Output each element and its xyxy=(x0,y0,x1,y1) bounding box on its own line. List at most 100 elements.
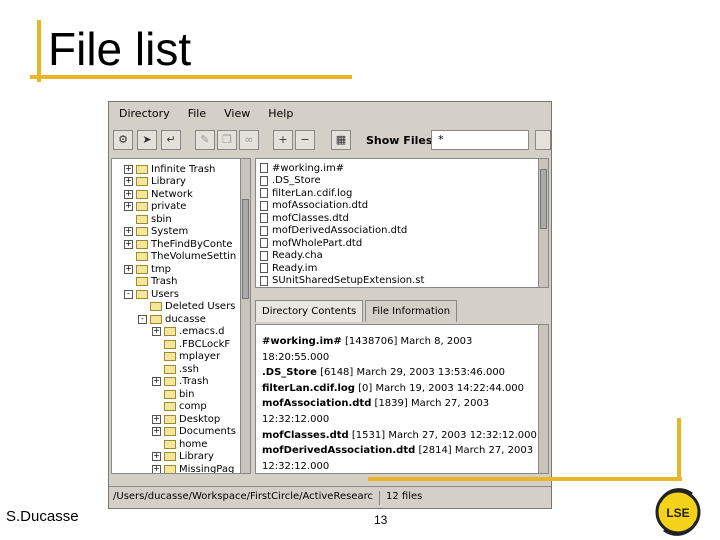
content-entry-info: [6148] March 29, 2003 13:53:46.000 xyxy=(320,367,506,379)
menu-directory[interactable]: Directory xyxy=(119,107,170,120)
content-entry-info: 12:32:12.000 xyxy=(262,460,330,472)
new-folder-icon[interactable]: ⚙ xyxy=(113,130,133,150)
filter-menu-button[interactable] xyxy=(535,130,551,150)
tree-item[interactable]: + Library xyxy=(124,176,186,188)
lse-logo: LSE xyxy=(655,488,701,536)
file-list-item[interactable]: Ready.im xyxy=(260,262,317,274)
compare-icon[interactable]: ∞ xyxy=(239,130,259,150)
file-list-item[interactable]: mofClasses.dtd xyxy=(260,212,349,224)
directory-tree[interactable]: + Infinite Trash + Library + Network + private s… xyxy=(111,158,251,474)
tree-item-label: home xyxy=(179,438,208,450)
tab-directory-contents[interactable]: Directory Contents xyxy=(255,300,364,322)
menu-file[interactable]: File xyxy=(188,107,206,120)
expand-toggle-icon[interactable]: + xyxy=(152,427,161,436)
tree-item-label: .FBCLockF xyxy=(179,338,231,350)
folder-icon xyxy=(164,464,176,473)
tree-scrollbar[interactable] xyxy=(240,159,250,473)
tab-file-information[interactable]: File Information xyxy=(365,300,458,322)
content-entry-info: 18:20:55.000 xyxy=(262,351,330,363)
expand-toggle-icon[interactable]: + xyxy=(124,239,133,249)
tree-item[interactable]: TheVolumeSettin xyxy=(124,251,236,263)
contents-scrollbar[interactable] xyxy=(538,325,548,473)
file-list-item[interactable]: mofWholePart.dtd xyxy=(260,237,362,249)
tree-scrollbar-thumb[interactable] xyxy=(242,199,249,299)
file-icon xyxy=(260,225,268,236)
expand-toggle-icon[interactable]: + xyxy=(124,264,133,274)
file-filter-input[interactable]: * xyxy=(431,130,529,150)
tree-item[interactable]: + private xyxy=(124,201,186,213)
file-list-item[interactable]: mofDerivedAssociation.dtd xyxy=(260,225,407,237)
tree-item-label: comp xyxy=(179,401,207,412)
select-all-icon[interactable]: ▦ xyxy=(331,130,351,150)
file-icon xyxy=(260,200,268,211)
expand-toggle-icon[interactable]: - xyxy=(124,289,133,299)
tree-item[interactable]: + Documents xyxy=(152,426,236,438)
file-icon xyxy=(260,175,268,186)
tree-item-label: .Trash xyxy=(179,376,209,387)
expand-toggle-icon[interactable]: + xyxy=(152,414,161,424)
author-name: S.Ducasse xyxy=(6,508,79,525)
file-list-scrollbar-thumb[interactable] xyxy=(540,169,547,229)
expand-toggle-icon[interactable]: + xyxy=(124,227,133,236)
tree-item-label: TheFindByConte xyxy=(151,238,233,250)
add-file-icon[interactable]: + xyxy=(273,130,293,150)
tree-item[interactable]: Deleted Users xyxy=(138,301,235,313)
menu-view[interactable]: View xyxy=(224,107,250,120)
menu-help[interactable]: Help xyxy=(268,107,293,120)
tree-item[interactable]: + .Trash xyxy=(152,376,209,388)
tree-item[interactable]: + Library xyxy=(152,451,214,463)
file-list-item[interactable]: Ready.cha xyxy=(260,250,323,262)
file-list-item[interactable]: .DS_Store xyxy=(260,175,321,187)
tree-item[interactable]: Trash xyxy=(124,276,177,288)
tree-item[interactable]: mplayer xyxy=(152,351,220,363)
tree-item[interactable]: + MissingPag xyxy=(152,463,234,473)
tree-item-label: sbin xyxy=(151,213,172,225)
forward-arrow-icon[interactable]: ➤ xyxy=(137,130,157,150)
tree-item-label: mplayer xyxy=(179,351,221,362)
expand-toggle-icon[interactable]: + xyxy=(152,464,161,473)
tree-item[interactable]: .ssh xyxy=(152,363,199,375)
folder-icon xyxy=(136,264,148,274)
file-icon xyxy=(260,188,268,198)
tree-item[interactable]: home xyxy=(152,438,207,450)
tree-item[interactable]: + .emacs.d xyxy=(152,326,224,338)
file-list-scrollbar[interactable] xyxy=(538,159,548,287)
tree-item[interactable]: + TheFindByConte xyxy=(124,238,232,250)
expand-toggle-icon[interactable]: + xyxy=(152,452,161,461)
tree-item[interactable]: sbin xyxy=(124,213,172,225)
tree-item[interactable]: + Infinite Trash xyxy=(124,163,215,175)
copy-icon[interactable]: ❐ xyxy=(217,130,237,150)
folder-icon xyxy=(136,252,148,261)
remove-file-icon[interactable]: − xyxy=(295,130,315,150)
parent-folder-icon[interactable]: ↵ xyxy=(161,130,181,150)
tree-item[interactable]: + Desktop xyxy=(152,413,220,425)
content-entry: .DS_Store [6148] March 29, 2003 13:53:46… xyxy=(262,366,505,380)
tree-item[interactable]: comp xyxy=(152,401,207,413)
file-list-item[interactable]: #working.im# xyxy=(260,162,344,174)
expand-toggle-icon[interactable]: + xyxy=(124,164,133,174)
expand-toggle-icon[interactable]: + xyxy=(124,177,133,186)
tree-item[interactable]: + Network xyxy=(124,188,193,200)
file-list[interactable]: #working.im# .DS_Store filterLan.cdif.log m… xyxy=(255,158,549,288)
tree-item-label: tmp xyxy=(151,263,172,275)
info-tabs: Directory Contents File Information xyxy=(255,300,459,322)
expand-toggle-icon[interactable]: + xyxy=(124,189,133,199)
tree-item[interactable]: bin xyxy=(152,388,194,400)
tree-item[interactable]: .FBCLockF xyxy=(152,338,230,350)
tree-item[interactable]: - ducasse xyxy=(138,313,206,325)
expand-toggle-icon[interactable]: - xyxy=(138,314,147,324)
tree-item-label: TheVolumeSettin xyxy=(151,251,237,262)
file-list-item[interactable]: SUnitSharedSetupExtension.st xyxy=(260,275,424,287)
tree-item[interactable]: - Users xyxy=(124,288,179,300)
folder-icon xyxy=(136,177,148,186)
tree-item[interactable]: + tmp xyxy=(124,263,171,275)
expand-toggle-icon[interactable]: + xyxy=(152,327,161,336)
tree-item[interactable]: + System xyxy=(124,226,188,238)
folder-icon xyxy=(164,439,176,449)
file-list-item[interactable]: mofAssociation.dtd xyxy=(260,200,368,212)
expand-toggle-icon[interactable]: + xyxy=(124,202,133,211)
file-list-item[interactable]: filterLan.cdif.log xyxy=(260,187,352,199)
expand-toggle-icon[interactable]: + xyxy=(152,377,161,386)
folder-icon xyxy=(150,314,162,324)
edit-icon[interactable]: ✎ xyxy=(195,130,215,150)
